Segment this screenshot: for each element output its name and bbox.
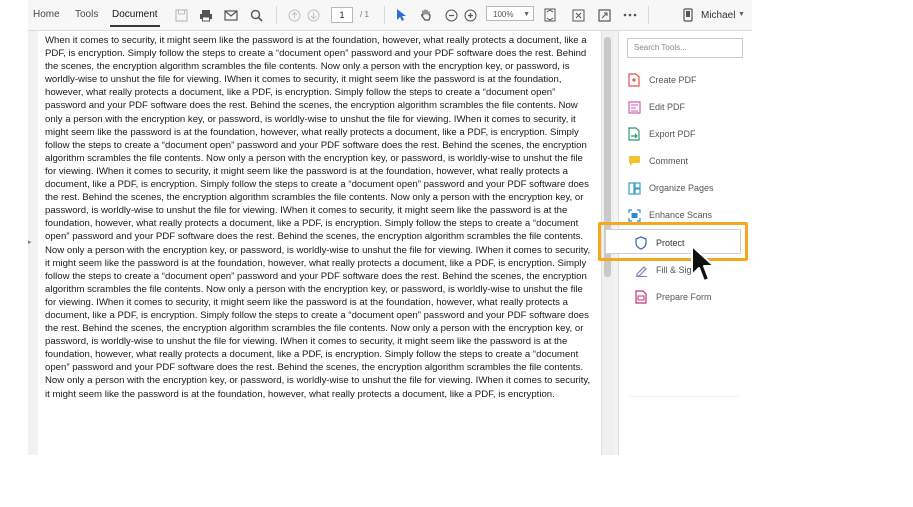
- protect-shield-icon: [634, 236, 648, 250]
- tool-label: Export PDF: [649, 129, 696, 139]
- tools-pane-divider: [629, 396, 739, 397]
- toolbar-divider: [648, 6, 649, 24]
- page-total: / 1: [360, 10, 369, 19]
- fit-page-icon[interactable]: [542, 7, 558, 23]
- tool-edit-pdf[interactable]: Edit PDF: [627, 97, 747, 117]
- edit-pdf-icon: [627, 100, 641, 114]
- save-icon[interactable]: [173, 7, 189, 23]
- tool-prepare-form[interactable]: Prepare Form: [634, 287, 754, 307]
- page-bottom-fade: [38, 431, 601, 455]
- read-mode-icon[interactable]: [570, 7, 586, 23]
- tool-label: Comment: [649, 156, 689, 166]
- zoom-out-icon[interactable]: [443, 7, 459, 23]
- tool-label: Enhance Scans: [649, 210, 713, 220]
- next-page-icon[interactable]: [305, 7, 321, 23]
- tab-tools[interactable]: Tools: [75, 9, 98, 20]
- tool-export-pdf[interactable]: Export PDF: [627, 124, 747, 144]
- mobile-icon[interactable]: [680, 7, 696, 23]
- tool-create-pdf[interactable]: Create PDF: [627, 70, 747, 90]
- document-page[interactable]: When it comes to security, it might seem…: [38, 31, 601, 455]
- fill-sign-icon: [634, 263, 648, 277]
- tool-label: Prepare Form: [656, 292, 712, 302]
- comment-icon: [627, 154, 641, 168]
- tab-document[interactable]: Document: [112, 9, 158, 20]
- print-icon[interactable]: [198, 7, 214, 23]
- chevron-down-icon[interactable]: ▼: [738, 11, 745, 18]
- tool-comment[interactable]: Comment: [627, 151, 747, 171]
- search-tools-input[interactable]: Search Tools...: [627, 38, 743, 58]
- page-number-input[interactable]: 1: [331, 7, 353, 23]
- prepare-form-icon: [634, 290, 648, 304]
- collapse-left-panel-icon[interactable]: ▸: [28, 238, 32, 246]
- search-icon[interactable]: [248, 7, 264, 23]
- tab-home[interactable]: Home: [33, 9, 60, 20]
- tool-label: Edit PDF: [649, 102, 686, 112]
- prev-page-icon[interactable]: [286, 7, 302, 23]
- zoom-in-icon[interactable]: [462, 7, 478, 23]
- hand-tool-icon[interactable]: [418, 7, 434, 23]
- mouse-pointer-icon: [690, 245, 716, 290]
- toolbar-divider: [384, 6, 385, 24]
- tool-organize-pages[interactable]: Organize Pages: [627, 178, 747, 198]
- tool-label: Protect: [656, 238, 685, 248]
- active-tab-indicator: [110, 25, 160, 27]
- top-toolbar: Home Tools Document 1 / 1 100% ▼ Michael…: [28, 0, 752, 31]
- enhance-scans-icon: [627, 208, 641, 222]
- tool-label: Organize Pages: [649, 183, 714, 193]
- email-icon[interactable]: [223, 7, 239, 23]
- organize-pages-icon: [627, 181, 641, 195]
- tool-label: Create PDF: [649, 75, 697, 85]
- user-account-name[interactable]: Michael: [701, 10, 735, 21]
- zoom-level-value: 100%: [493, 10, 514, 19]
- toolbar-divider: [276, 6, 277, 24]
- export-pdf-icon: [627, 127, 641, 141]
- document-body-text: When it comes to security, it might seem…: [45, 35, 591, 400]
- create-pdf-icon: [627, 73, 641, 87]
- zoom-level-select[interactable]: 100% ▼: [486, 6, 534, 21]
- select-cursor-icon[interactable]: [393, 7, 409, 23]
- full-screen-icon[interactable]: [596, 7, 612, 23]
- chevron-down-icon: ▼: [523, 11, 530, 18]
- more-icon[interactable]: [622, 7, 638, 23]
